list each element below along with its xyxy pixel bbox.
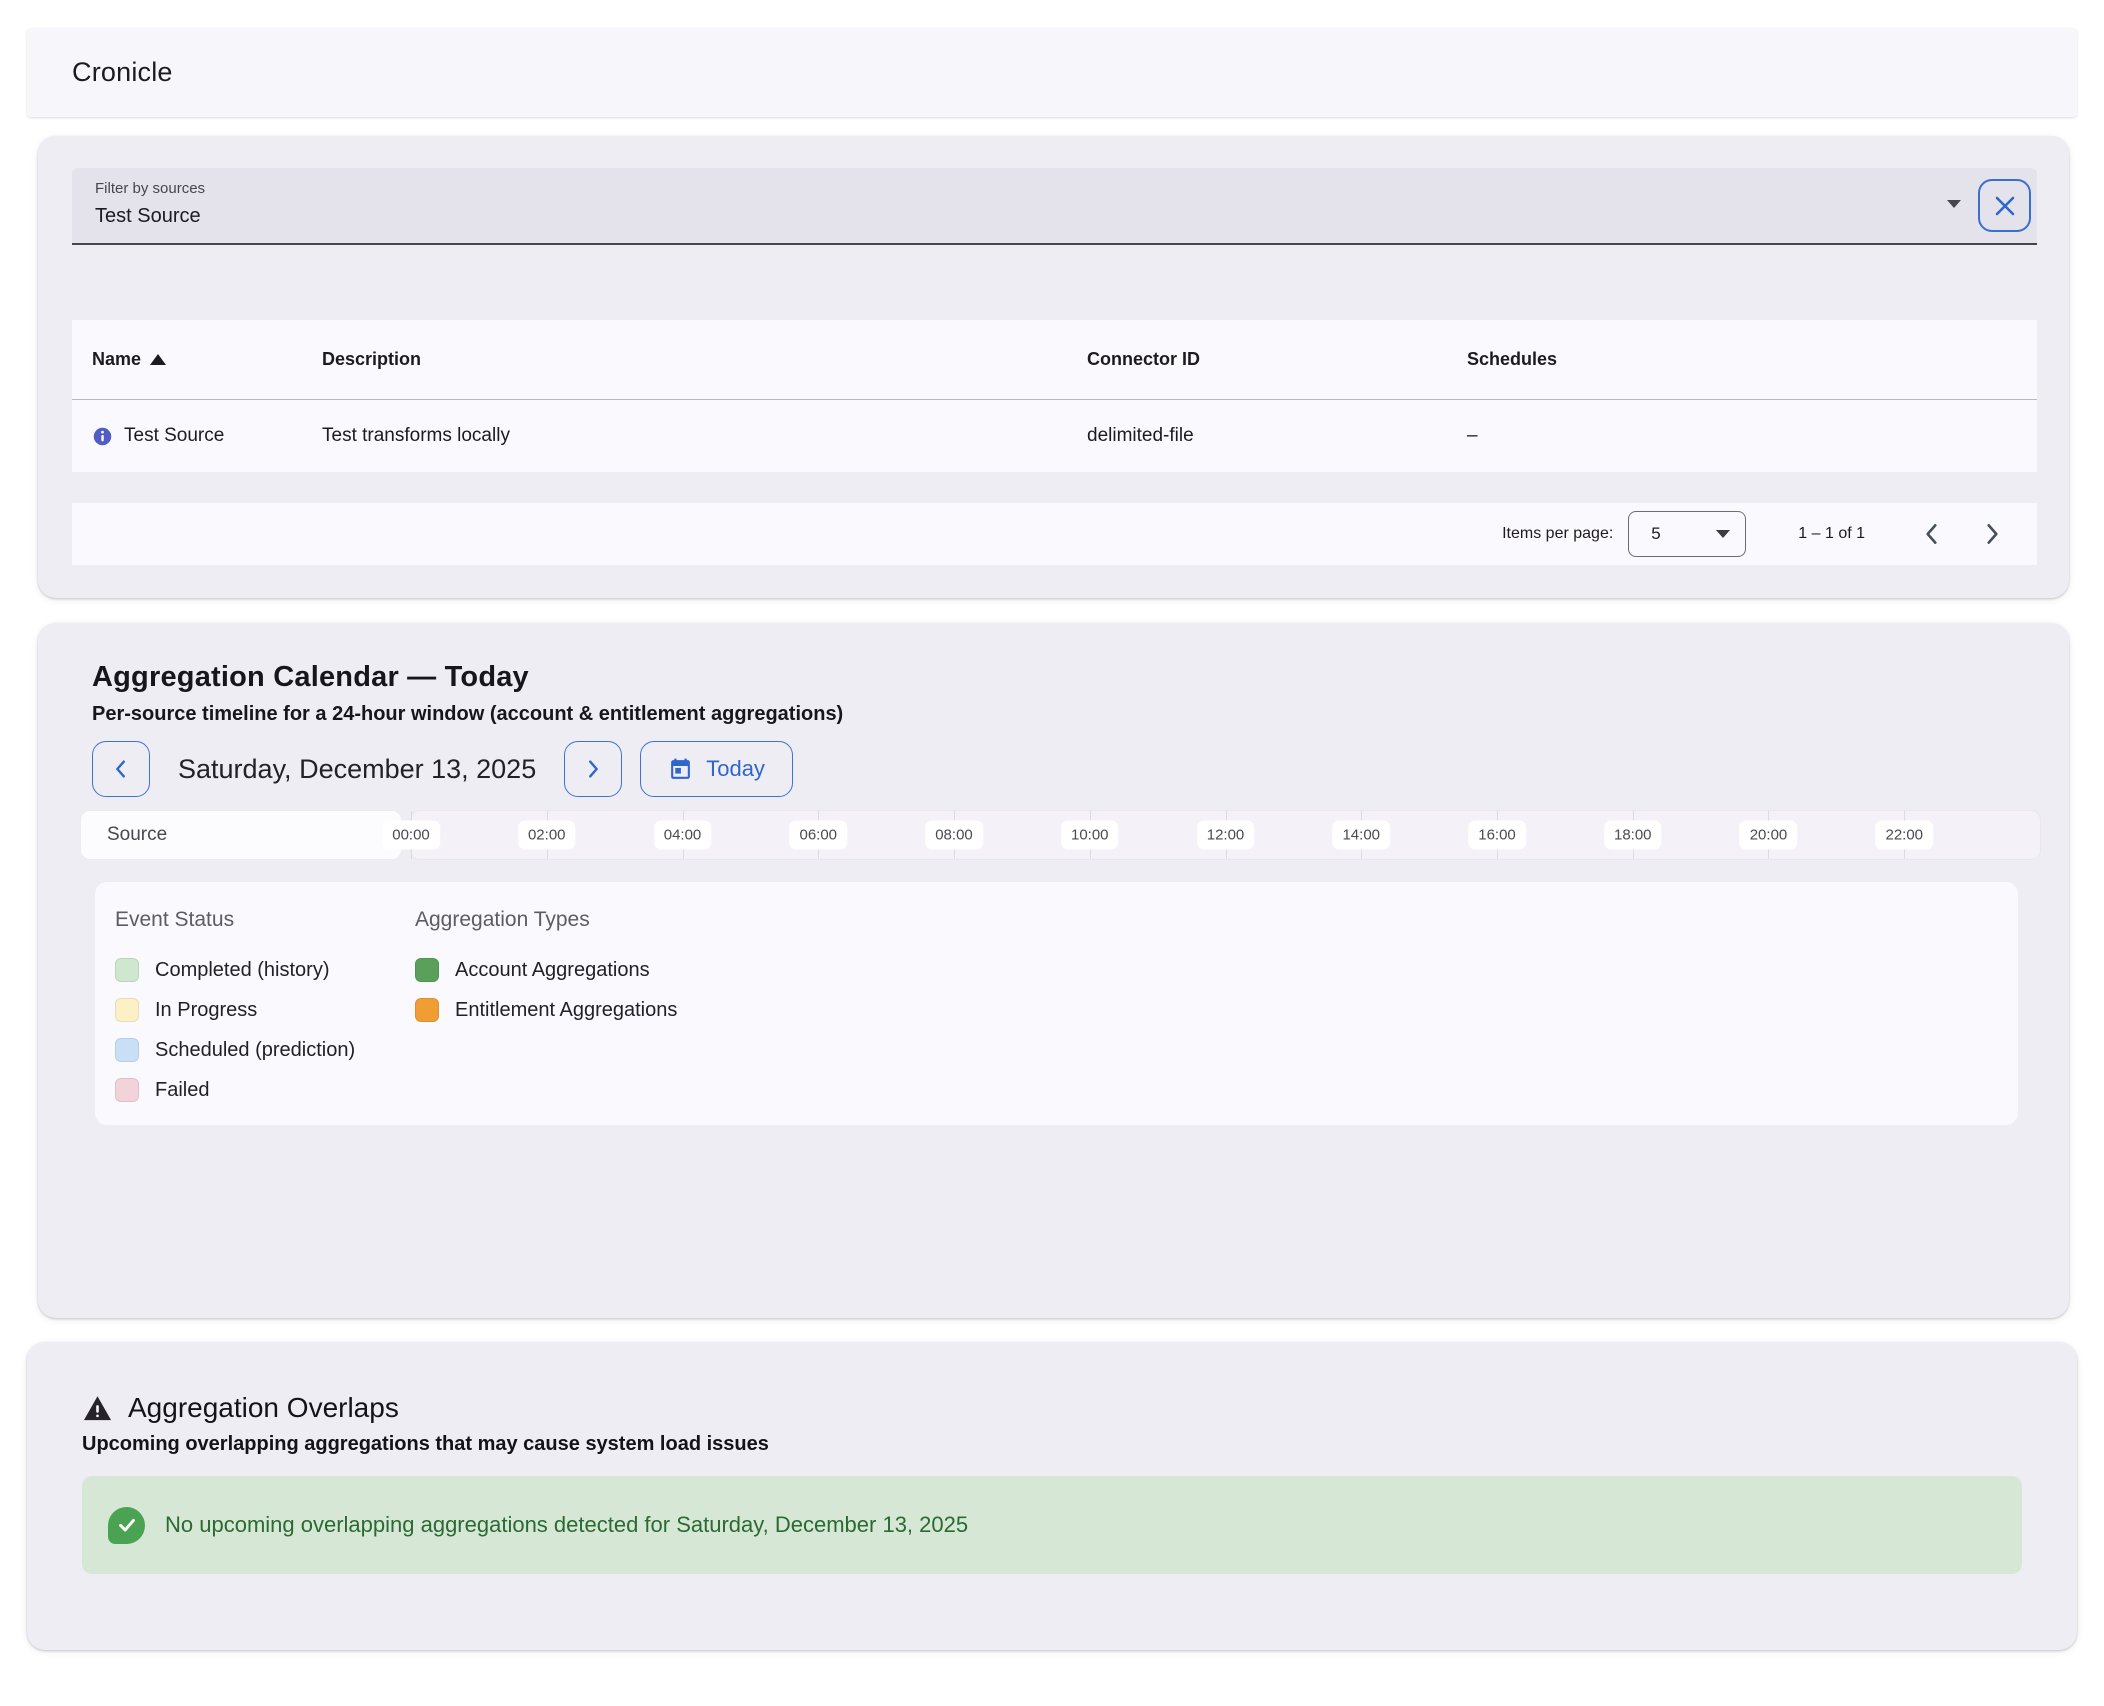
- select-caret-icon: [1716, 530, 1730, 538]
- sources-table: Name Description Connector ID Schedules …: [72, 320, 2037, 472]
- legend-item-completed: Completed (history): [115, 956, 415, 984]
- overlaps-subtitle: Upcoming overlapping aggregations that m…: [82, 1433, 2022, 1456]
- table-row[interactable]: Test Source Test transforms locally deli…: [72, 400, 2037, 472]
- timeline-source-header: Source: [80, 810, 402, 860]
- today-button[interactable]: Today: [640, 741, 793, 797]
- no-overlaps-banner: No upcoming overlapping aggregations det…: [82, 1476, 2022, 1574]
- source-name-cell: Test Source: [92, 425, 322, 447]
- account-aggregations-swatch: [415, 958, 439, 982]
- timeline-hours-strip: 00:00 02:00 04:00 06:00 08:00 10:00 12:0…: [410, 810, 2041, 860]
- event-status-legend: Event Status Completed (history) In Prog…: [115, 908, 415, 1125]
- hour-label: 18:00: [1604, 821, 1662, 850]
- hour-label: 16:00: [1468, 821, 1526, 850]
- check-circle-icon: [108, 1507, 145, 1544]
- current-date-label: Saturday, December 13, 2025: [178, 754, 536, 785]
- table-header-row: Name Description Connector ID Schedules: [72, 320, 2037, 400]
- items-per-page-select[interactable]: 5: [1628, 511, 1746, 557]
- clear-filter-button[interactable]: [1978, 179, 2031, 232]
- legend-item-scheduled: Scheduled (prediction): [115, 1036, 415, 1064]
- pagination-range: 1 – 1 of 1: [1798, 525, 1865, 543]
- timeline-legend: Event Status Completed (history) In Prog…: [95, 882, 2018, 1125]
- sort-asc-icon: [150, 354, 166, 365]
- completed-swatch: [115, 958, 139, 982]
- column-header-connector-id: Connector ID: [1087, 349, 1467, 370]
- chevron-left-icon: [1919, 521, 1945, 547]
- previous-day-button[interactable]: [92, 741, 150, 797]
- calendar-subtitle: Per-source timeline for a 24-hour window…: [92, 703, 2041, 726]
- aggregation-types-legend: Aggregation Types Account Aggregations E…: [415, 908, 2018, 1125]
- sources-card: Filter by sources Test Source Name Descr…: [38, 136, 2069, 598]
- hour-label: 20:00: [1740, 821, 1798, 850]
- column-header-name[interactable]: Name: [92, 349, 322, 370]
- aggregation-overlaps-card: Aggregation Overlaps Upcoming overlappin…: [27, 1342, 2077, 1650]
- chevron-right-icon: [1979, 521, 2005, 547]
- hour-label: 12:00: [1197, 821, 1255, 850]
- legend-item-in-progress: In Progress: [115, 996, 415, 1024]
- hour-label: 00:00: [382, 821, 440, 850]
- hour-label: 10:00: [1061, 821, 1119, 850]
- info-icon[interactable]: [92, 426, 113, 447]
- calendar-title: Aggregation Calendar — Today: [92, 661, 2041, 694]
- hour-label: 06:00: [789, 821, 847, 850]
- source-description: Test transforms locally: [322, 425, 1087, 447]
- overlaps-title: Aggregation Overlaps: [128, 1392, 399, 1424]
- hour-label: 08:00: [925, 821, 983, 850]
- warning-icon: [82, 1393, 113, 1424]
- chevron-left-icon: [110, 758, 132, 780]
- in-progress-swatch: [115, 998, 139, 1022]
- legend-item-failed: Failed: [115, 1076, 415, 1104]
- hour-label: 04:00: [654, 821, 712, 850]
- previous-page-button[interactable]: [1913, 515, 1951, 553]
- source-name: Test Source: [124, 425, 224, 447]
- next-day-button[interactable]: [564, 741, 622, 797]
- aggregation-calendar-card: Aggregation Calendar — Today Per-source …: [38, 623, 2069, 1318]
- failed-swatch: [115, 1078, 139, 1102]
- event-status-title: Event Status: [115, 908, 415, 932]
- column-header-description: Description: [322, 349, 1087, 370]
- date-navigation: Saturday, December 13, 2025 Today: [92, 741, 2041, 797]
- dropdown-caret-icon[interactable]: [1947, 200, 1961, 208]
- filter-label: Filter by sources: [95, 180, 2037, 197]
- aggregation-types-title: Aggregation Types: [415, 908, 2018, 932]
- overlaps-title-row: Aggregation Overlaps: [82, 1392, 2022, 1424]
- timeline-header: Source 00:00 02:00 04:00 06:00 08:00 10:…: [80, 810, 2041, 860]
- app-title: Cronicle: [72, 57, 173, 88]
- app-bar: Cronicle: [27, 28, 2077, 117]
- no-overlaps-message: No upcoming overlapping aggregations det…: [165, 1512, 968, 1538]
- source-connector-id: delimited-file: [1087, 425, 1467, 447]
- next-page-button[interactable]: [1973, 515, 2011, 553]
- filter-value: Test Source: [95, 205, 2037, 228]
- hour-label: 22:00: [1875, 821, 1933, 850]
- hour-label: 02:00: [518, 821, 576, 850]
- entitlement-aggregations-swatch: [415, 998, 439, 1022]
- legend-item-account-aggregations: Account Aggregations: [415, 956, 2018, 984]
- scheduled-swatch: [115, 1038, 139, 1062]
- items-per-page-label: Items per page:: [1502, 525, 1613, 543]
- source-schedules: –: [1467, 425, 2037, 447]
- legend-item-entitlement-aggregations: Entitlement Aggregations: [415, 996, 2018, 1024]
- close-icon: [1993, 194, 2017, 218]
- hour-label: 14:00: [1332, 821, 1390, 850]
- filter-by-sources-select[interactable]: Filter by sources Test Source: [72, 168, 2037, 245]
- check-mark: [116, 1514, 138, 1536]
- chevron-right-icon: [582, 758, 604, 780]
- column-header-schedules: Schedules: [1467, 349, 2037, 370]
- pagination-bar: Items per page: 5 1 – 1 of 1: [72, 503, 2037, 565]
- calendar-icon: [668, 757, 693, 782]
